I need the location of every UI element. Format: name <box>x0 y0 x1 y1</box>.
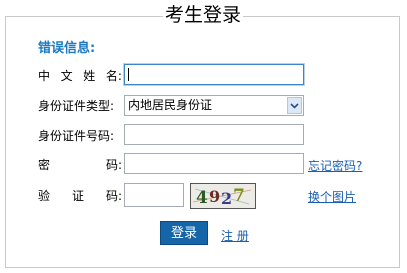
id-type-label: 身份证件类型: <box>38 99 115 113</box>
id-number-input[interactable] <box>124 124 304 145</box>
id-number-label: 身份证件号码: <box>38 129 115 143</box>
name-input[interactable] <box>124 64 304 85</box>
change-captcha-link[interactable]: 换个图片 <box>308 188 356 205</box>
svg-text:2: 2 <box>221 189 232 208</box>
svg-text:9: 9 <box>209 187 220 206</box>
chevron-down-icon[interactable] <box>287 97 302 114</box>
password-label: 密码: <box>38 158 122 172</box>
text-caret <box>128 68 129 81</box>
login-button[interactable]: 登录 <box>160 221 208 245</box>
password-input[interactable] <box>124 153 304 174</box>
svg-text:7: 7 <box>233 186 245 206</box>
svg-text:4: 4 <box>196 188 208 208</box>
id-type-select[interactable]: 内地居民身份证 <box>124 95 304 116</box>
id-type-selected-value: 内地居民身份证 <box>128 98 213 112</box>
captcha-input[interactable] <box>124 183 184 207</box>
error-message-title: 错误信息: <box>38 41 96 56</box>
captcha-image: 4 9 2 7 <box>190 183 256 209</box>
register-link[interactable]: 注 册 <box>221 227 249 244</box>
name-label: 中文姓名: <box>38 69 122 83</box>
form-legend: 考生登录 <box>163 3 244 27</box>
forgot-password-link[interactable]: 忘记密码? <box>308 157 362 174</box>
captcha-label: 验证码: <box>38 189 122 203</box>
